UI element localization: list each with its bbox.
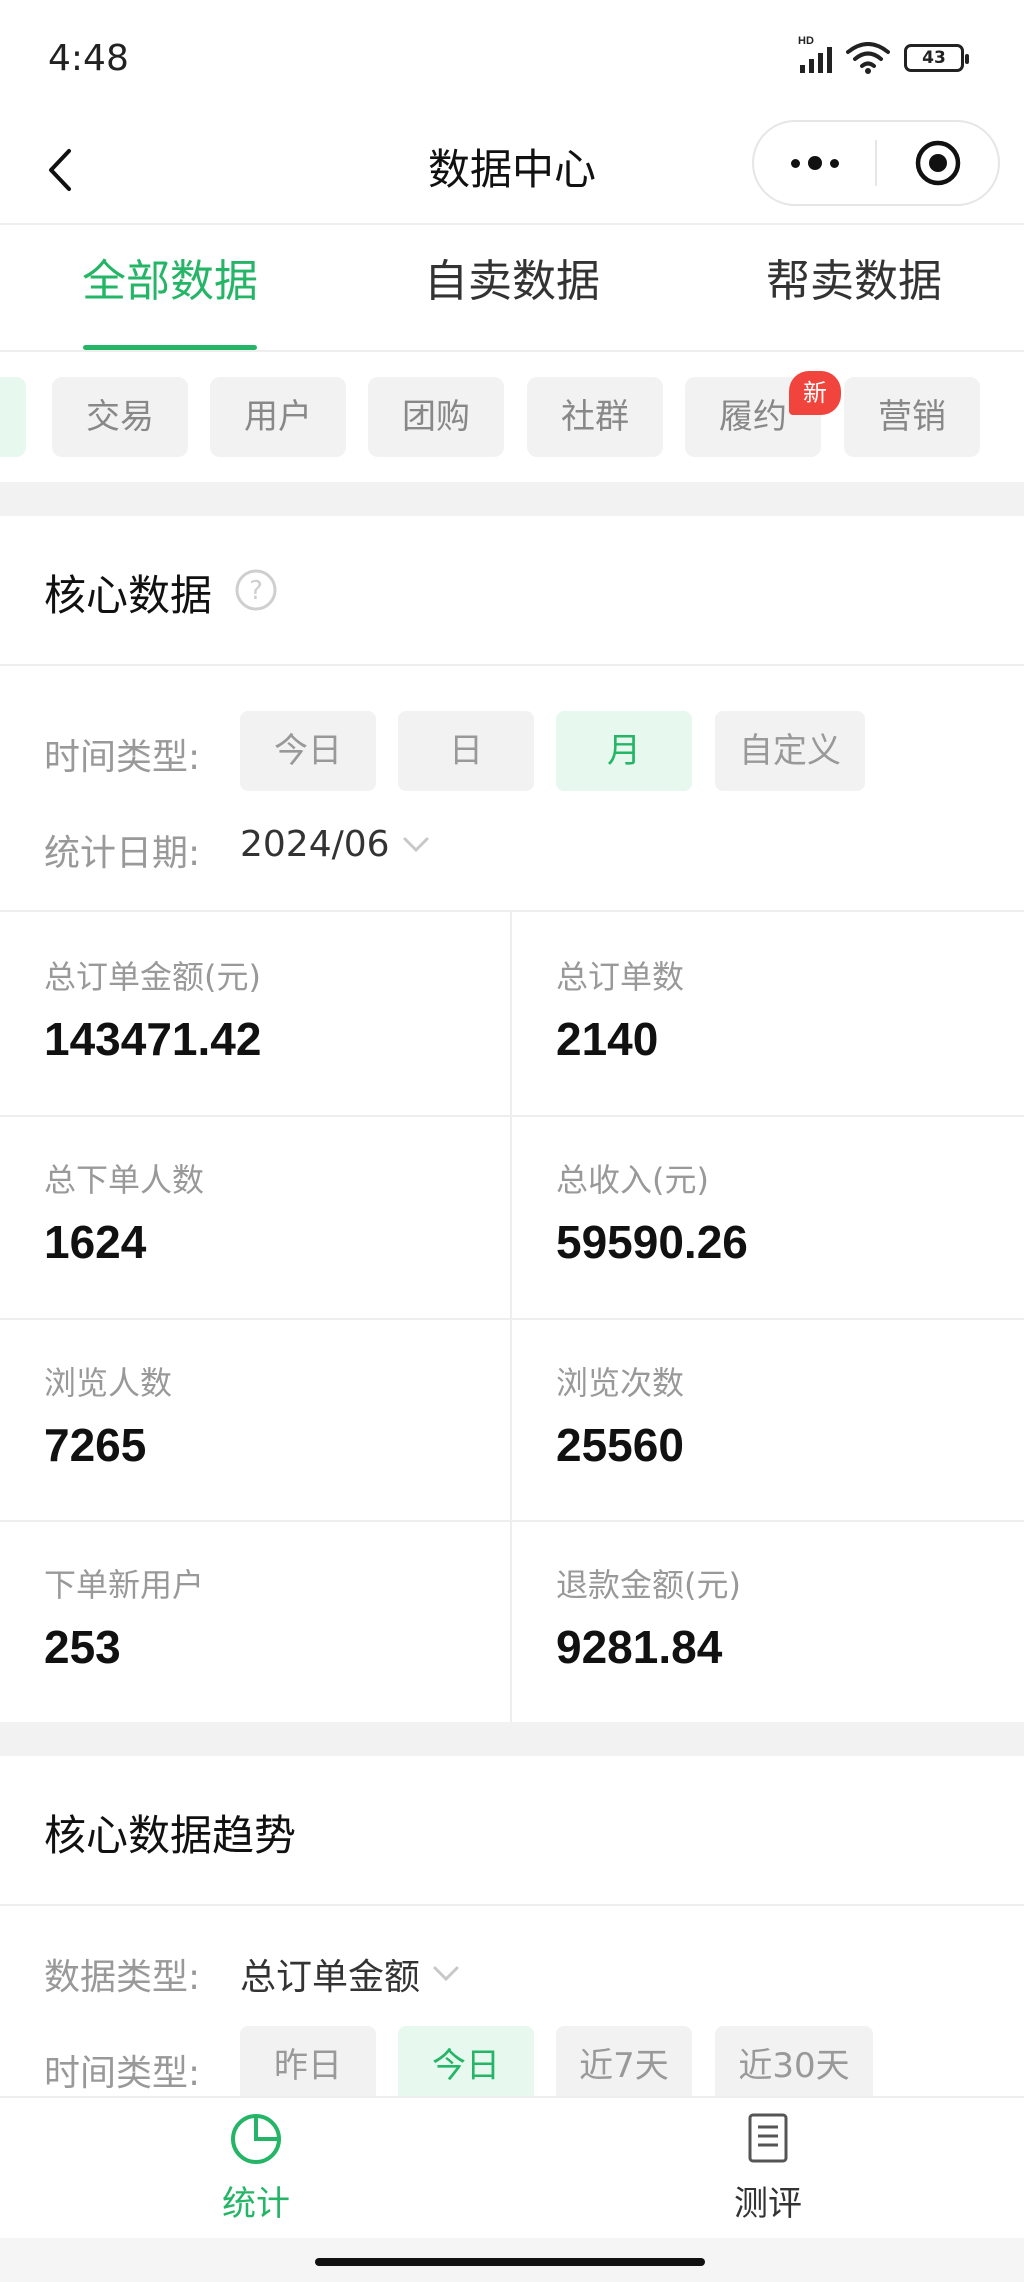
help-icon[interactable]: ? <box>234 568 278 612</box>
stat-label: 浏览次数 <box>556 1364 685 1402</box>
chip-overview[interactable] <box>0 377 26 457</box>
trend-option-7days[interactable]: 近7天 <box>556 2026 692 2106</box>
network-type-label: HD <box>798 35 814 47</box>
battery-icon: 43 <box>904 44 969 72</box>
chip-trade[interactable]: 交易 <box>52 377 188 457</box>
stat-visitors: 浏览人数 7265 <box>0 1318 510 1520</box>
stat-value: 9281.84 <box>556 1621 723 1673</box>
time-option-custom[interactable]: 自定义 <box>715 711 865 791</box>
chip-community[interactable]: 社群 <box>527 377 663 457</box>
time-option-day[interactable]: 日 <box>398 711 534 791</box>
status-bar: 4:48 HD 43 <box>0 0 1024 120</box>
stat-total-income: 总收入(元) 59590.26 <box>512 1115 1024 1317</box>
tab-all-data[interactable]: 全部数据 <box>40 227 300 352</box>
stat-label: 总订单金额(元) <box>44 958 261 996</box>
chip-group-buy[interactable]: 团购 <box>368 377 504 457</box>
battery-level: 43 <box>922 48 946 68</box>
more-button[interactable] <box>754 156 875 170</box>
section-separator <box>0 482 1024 516</box>
time-option-today[interactable]: 今日 <box>240 711 376 791</box>
trend-time-type-label: 时间类型: <box>44 2053 201 2094</box>
stat-label: 浏览人数 <box>44 1364 173 1402</box>
data-type-picker[interactable]: 总订单金额 <box>240 1948 460 2000</box>
chevron-down-icon <box>433 1966 459 1982</box>
close-button[interactable] <box>877 139 998 187</box>
trend-option-today[interactable]: 今日 <box>398 2026 534 2106</box>
chip-fulfillment[interactable]: 履约 新 <box>685 371 841 457</box>
stat-value: 143471.42 <box>44 1013 262 1065</box>
tab-self-sell-data[interactable]: 自卖数据 <box>382 227 642 352</box>
main-tabs: 全部数据 自卖数据 帮卖数据 <box>0 227 1024 352</box>
status-time: 4:48 <box>48 38 129 79</box>
new-badge: 新 <box>789 371 841 415</box>
stat-new-buyers: 下单新用户 253 <box>0 1520 510 1722</box>
nav-bar: 数据中心 <box>0 115 1024 225</box>
stat-page-views: 浏览次数 25560 <box>512 1318 1024 1520</box>
trend-option-yesterday[interactable]: 昨日 <box>240 2026 376 2106</box>
stat-label: 总收入(元) <box>556 1161 709 1199</box>
time-type-label: 时间类型: <box>44 737 201 778</box>
date-picker[interactable]: 2024/06 <box>240 824 430 865</box>
stat-value: 7265 <box>44 1419 147 1471</box>
trend-title: 核心数据趋势 <box>44 1811 297 1860</box>
date-value: 2024/06 <box>240 824 390 865</box>
home-indicator[interactable] <box>315 2258 705 2266</box>
stat-total-orders: 总订单数 2140 <box>512 912 1024 1114</box>
bottom-tab-bar: 统计 测评 <box>0 2096 1024 2238</box>
active-tab-indicator <box>83 345 257 350</box>
stat-value: 25560 <box>556 1419 684 1471</box>
tabbar-item-stats[interactable]: 统计 <box>156 2112 356 2225</box>
trend-option-30days[interactable]: 近30天 <box>715 2026 873 2106</box>
divider <box>0 1904 1024 1906</box>
section-separator <box>0 1722 1024 1756</box>
time-option-month[interactable]: 月 <box>556 711 692 791</box>
tab-help-sell-data[interactable]: 帮卖数据 <box>724 227 984 352</box>
more-dot-icon <box>807 156 822 170</box>
stat-total-order-amount: 总订单金额(元) 143471.42 <box>0 912 510 1114</box>
home-indicator-area <box>0 2238 1024 2282</box>
date-label: 统计日期: <box>44 833 201 874</box>
document-list-icon <box>748 2113 788 2163</box>
status-icons: HD 43 <box>798 35 969 74</box>
data-type-label: 数据类型: <box>44 1957 201 1998</box>
stat-label: 下单新用户 <box>44 1566 205 1604</box>
pie-chart-icon <box>231 2114 281 2164</box>
stat-refund-amount: 退款金额(元) 9281.84 <box>512 1520 1024 1722</box>
core-data-title: 核心数据 <box>44 571 213 620</box>
chip-marketing[interactable]: 营销 <box>844 377 980 457</box>
cellular-signal-icon: HD <box>798 35 832 73</box>
chevron-down-icon <box>403 837 429 852</box>
stat-label: 总订单数 <box>556 958 685 996</box>
mini-program-capsule <box>752 120 1000 206</box>
tabbar-label: 测评 <box>734 2184 802 2224</box>
divider <box>0 664 1024 666</box>
chip-user[interactable]: 用户 <box>210 377 346 457</box>
stat-value: 59590.26 <box>556 1216 748 1268</box>
wifi-icon <box>846 42 890 74</box>
stat-label: 总下单人数 <box>44 1161 205 1199</box>
stat-value: 253 <box>44 1621 121 1673</box>
target-close-icon <box>915 140 960 186</box>
stat-total-buyers: 总下单人数 1624 <box>0 1115 510 1317</box>
tabbar-item-review[interactable]: 测评 <box>668 2112 868 2225</box>
stat-value: 2140 <box>556 1013 659 1065</box>
chip-fulfillment-label: 履约 <box>719 397 787 437</box>
stat-value: 1624 <box>44 1216 147 1268</box>
stat-label: 退款金额(元) <box>556 1566 741 1604</box>
category-chips: 交易 用户 团购 社群 履约 新 营销 <box>0 352 1024 482</box>
data-type-value: 总订单金额 <box>240 1957 421 1998</box>
more-dot-icon <box>790 158 800 168</box>
svg-text:?: ? <box>249 576 263 606</box>
more-dot-icon <box>829 158 839 168</box>
tabbar-label: 统计 <box>222 2184 290 2224</box>
